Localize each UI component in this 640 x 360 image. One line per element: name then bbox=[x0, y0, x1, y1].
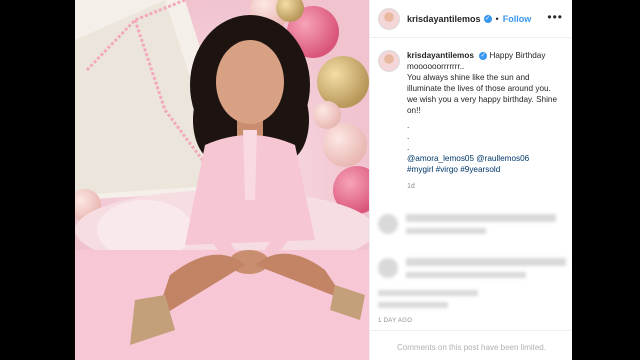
caption-line-5: . bbox=[407, 143, 410, 152]
caption-line-2: You always shine like the sun and illumi… bbox=[407, 73, 558, 115]
comments-limited-notice: Comments on this post have been limited. bbox=[370, 330, 572, 360]
caption-avatar[interactable] bbox=[378, 50, 400, 72]
blurred-comment-text bbox=[406, 214, 556, 222]
photo-illustration bbox=[75, 0, 369, 360]
blurred-comment-avatar bbox=[378, 214, 398, 234]
caption-hashtags[interactable]: #mygirl #virgo #9yearsold bbox=[407, 164, 562, 175]
caption-verified-icon: ✓ bbox=[479, 51, 488, 60]
caption-line-4: . bbox=[407, 132, 410, 141]
caption-mentions[interactable]: @amora_lemos05 @raullemos06 bbox=[407, 153, 562, 164]
follow-button[interactable]: Follow bbox=[503, 14, 532, 24]
post-header: krisdayantilemos ✓ • Follow ••• bbox=[370, 0, 572, 38]
post-side-panel: krisdayantilemos ✓ • Follow ••• krisdaya… bbox=[369, 0, 572, 360]
blurred-comment-text bbox=[378, 290, 478, 296]
avatar[interactable] bbox=[378, 7, 400, 30]
blurred-comment-text bbox=[406, 258, 566, 266]
post-date: 1 DAY AGO bbox=[378, 318, 413, 324]
more-options-icon[interactable]: ••• bbox=[547, 10, 563, 24]
separator-dot: • bbox=[495, 13, 499, 24]
caption-username[interactable]: krisdayantilemos bbox=[407, 51, 474, 60]
blurred-comment-text bbox=[406, 272, 526, 278]
caption-line-3: . bbox=[407, 121, 410, 130]
blurred-comment-text bbox=[378, 302, 448, 308]
post-photo[interactable] bbox=[75, 0, 369, 360]
caption-text: krisdayantilemos ✓ Happy Birthday mooooo… bbox=[407, 50, 562, 192]
caption: krisdayantilemos ✓ Happy Birthday mooooo… bbox=[370, 38, 572, 192]
header-username[interactable]: krisdayantilemos bbox=[407, 14, 481, 24]
blurred-comment-text bbox=[406, 228, 486, 234]
post-modal: krisdayantilemos ✓ • Follow ••• krisdaya… bbox=[75, 0, 572, 360]
caption-age: 1d bbox=[407, 183, 415, 190]
blurred-comment-avatar bbox=[378, 258, 398, 278]
verified-badge-icon: ✓ bbox=[483, 14, 492, 23]
